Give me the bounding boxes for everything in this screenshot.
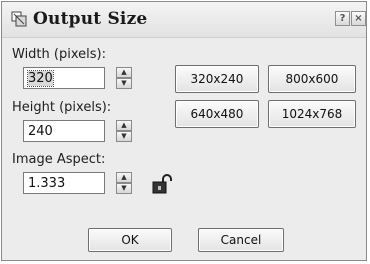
arrow-up-icon[interactable]: ▲: [116, 67, 132, 78]
arrow-down-icon[interactable]: ▼: [116, 183, 132, 194]
help-button[interactable]: ?: [335, 11, 350, 26]
output-size-dialog: Output Size ? × Width (pixels): 320 ▲ ▼ …: [1, 1, 367, 261]
aspect-value: 1.333: [28, 176, 66, 191]
height-spinner[interactable]: ▲ ▼: [116, 120, 132, 142]
arrow-up-icon[interactable]: ▲: [116, 120, 132, 131]
preset-1024x768-button[interactable]: 1024x768: [268, 100, 356, 128]
close-button[interactable]: ×: [351, 11, 366, 26]
aspect-label: Image Aspect:: [12, 152, 106, 167]
preset-320x240-button[interactable]: 320x240: [175, 65, 259, 93]
cancel-button[interactable]: Cancel: [198, 228, 284, 252]
aspect-field[interactable]: 1.333: [23, 172, 105, 194]
height-field[interactable]: 240: [23, 120, 105, 142]
arrow-up-icon[interactable]: ▲: [116, 172, 132, 183]
width-field[interactable]: 320: [23, 67, 105, 89]
height-label: Height (pixels):: [12, 100, 112, 115]
ok-button[interactable]: OK: [88, 228, 172, 252]
width-value: 320: [27, 70, 54, 87]
arrow-down-icon[interactable]: ▼: [116, 131, 132, 142]
output-size-icon: [11, 11, 27, 27]
preset-640x480-button[interactable]: 640x480: [175, 100, 259, 128]
aspect-spinner[interactable]: ▲ ▼: [116, 172, 132, 194]
preset-800x600-button[interactable]: 800x600: [268, 65, 356, 93]
padlock-icon[interactable]: [151, 173, 173, 195]
width-label: Width (pixels):: [12, 47, 106, 62]
title-bar[interactable]: Output Size ? ×: [2, 2, 366, 38]
height-value: 240: [28, 124, 53, 139]
dialog-title: Output Size: [33, 9, 148, 29]
arrow-down-icon[interactable]: ▼: [116, 78, 132, 89]
width-spinner[interactable]: ▲ ▼: [116, 67, 132, 89]
